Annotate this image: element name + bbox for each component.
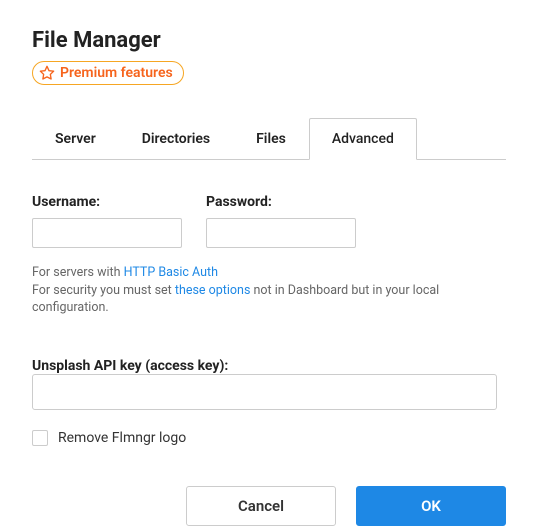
help-line1-prefix: For servers with <box>32 265 124 280</box>
password-field-group: Password: <box>206 194 356 248</box>
form-area: Username: Password: For servers with HTT… <box>32 194 506 526</box>
username-label: Username: <box>32 194 182 210</box>
tab-directories[interactable]: Directories <box>119 118 233 160</box>
username-input[interactable] <box>32 218 182 248</box>
tab-server[interactable]: Server <box>32 118 119 160</box>
tab-advanced[interactable]: Advanced <box>309 118 417 160</box>
username-field-group: Username: <box>32 194 182 248</box>
tab-files[interactable]: Files <box>233 118 309 160</box>
star-icon <box>39 65 55 81</box>
tabs-bar: Server Directories Files Advanced <box>32 117 506 160</box>
password-label: Password: <box>206 194 356 210</box>
password-input[interactable] <box>206 218 356 248</box>
help-text: For servers with HTTP Basic Auth For sec… <box>32 264 506 317</box>
premium-features-label: Premium features <box>60 65 173 81</box>
checkbox-box-icon <box>32 430 48 446</box>
premium-features-badge[interactable]: Premium features <box>32 61 184 85</box>
api-key-label: Unsplash API key (access key): <box>32 358 228 374</box>
button-row: Cancel OK <box>32 486 506 526</box>
api-key-input[interactable] <box>32 374 497 410</box>
http-basic-auth-link[interactable]: HTTP Basic Auth <box>124 265 218 280</box>
ok-button[interactable]: OK <box>356 486 506 526</box>
help-line2-prefix: For security you must set <box>32 283 175 298</box>
page-title: File Manager <box>32 28 506 53</box>
api-key-section: Unsplash API key (access key): <box>32 355 506 410</box>
remove-logo-checkbox[interactable]: Remove Flmngr logo <box>32 430 506 446</box>
these-options-link[interactable]: these options <box>175 283 251 298</box>
cancel-button[interactable]: Cancel <box>186 486 336 526</box>
remove-logo-label: Remove Flmngr logo <box>58 430 186 446</box>
